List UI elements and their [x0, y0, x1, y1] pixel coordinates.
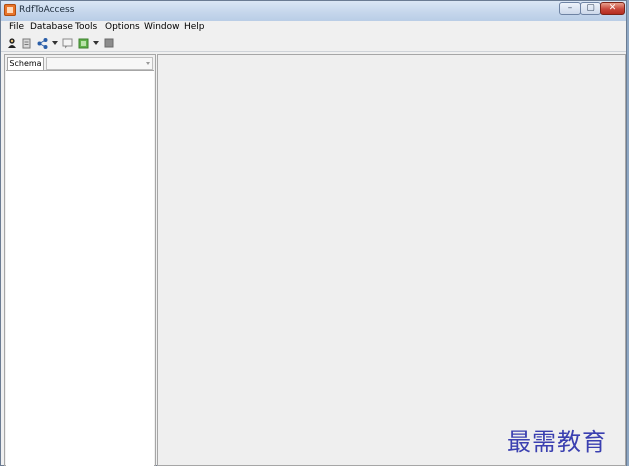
- title-bar[interactable]: RdfToAccess – ▢ ✕: [1, 1, 626, 22]
- tab-schema[interactable]: Schema: [7, 57, 44, 70]
- schema-panel: Schema: [4, 54, 156, 466]
- green-page-icon[interactable]: [78, 38, 89, 49]
- menu-help[interactable]: Help: [184, 22, 205, 32]
- menu-window[interactable]: Window: [144, 22, 180, 32]
- menu-database[interactable]: Database: [30, 22, 73, 32]
- menu-tools[interactable]: Tools: [75, 22, 97, 32]
- schema-tree[interactable]: [6, 70, 154, 466]
- user-connect-icon[interactable]: [7, 38, 17, 49]
- minimize-button[interactable]: –: [559, 2, 581, 15]
- schema-dropdown[interactable]: [46, 57, 153, 70]
- app-window: RdfToAccess – ▢ ✕ File Database Tools Op…: [0, 0, 627, 466]
- comment-icon[interactable]: [62, 38, 73, 49]
- chevron-down-icon[interactable]: [52, 41, 58, 45]
- app-icon: [4, 4, 16, 16]
- toolbar: [1, 35, 626, 52]
- menu-options[interactable]: Options: [105, 22, 140, 32]
- window-title: RdfToAccess: [19, 5, 75, 15]
- chevron-down-icon: [146, 62, 150, 65]
- watermark: 最需教育: [507, 428, 607, 456]
- stop-icon[interactable]: [104, 38, 114, 49]
- share-icon[interactable]: [37, 38, 48, 49]
- menu-bar: File Database Tools Options Window Help: [1, 21, 626, 34]
- chevron-down-icon[interactable]: [93, 41, 99, 45]
- close-button[interactable]: ✕: [600, 2, 625, 15]
- document-icon[interactable]: [22, 38, 31, 49]
- main-workspace[interactable]: [157, 54, 626, 466]
- maximize-button[interactable]: ▢: [580, 2, 601, 15]
- menu-file[interactable]: File: [9, 22, 24, 32]
